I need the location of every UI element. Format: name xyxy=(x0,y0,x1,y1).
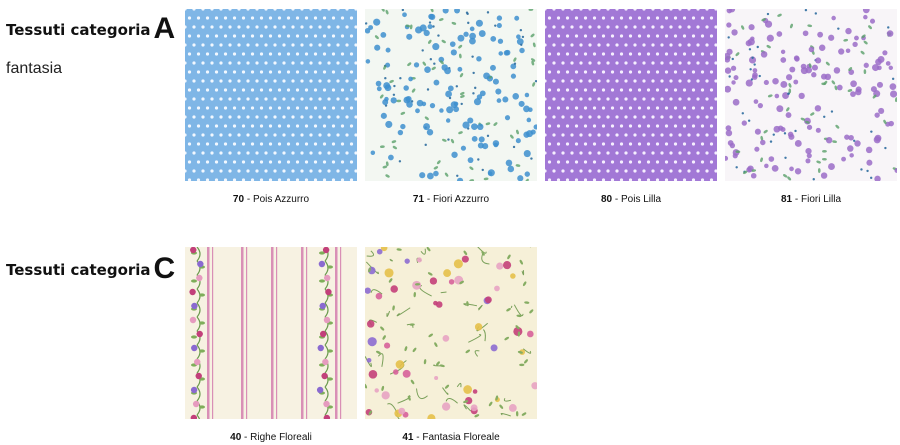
fabric-caption: 81 - Fiori Lilla xyxy=(780,194,842,205)
section-subtitle: fantasia xyxy=(6,60,63,77)
section-title-text: Tessuti categoria xyxy=(6,261,151,279)
section-title-text: Tessuti categoria xyxy=(6,21,151,39)
fabric-code: 70 xyxy=(232,194,245,205)
fabric-name: Fiori Azzurro xyxy=(432,194,490,205)
fabric-caption: 70 - Pois Azzurro xyxy=(232,194,310,205)
fabric-name: Righe Floreali xyxy=(250,432,312,443)
fabric-swatch[interactable] xyxy=(185,9,357,181)
section-title-category-a: Tessuti categoria A xyxy=(6,12,175,46)
fabric-swatch[interactable] xyxy=(365,9,537,181)
fabric-name: Pois Azzurro xyxy=(252,194,310,205)
fabric-caption: 71 - Fiori Azzurro xyxy=(412,194,490,205)
fabric-swatch[interactable] xyxy=(365,247,537,419)
fabric-code: 80 xyxy=(600,194,613,205)
fabric-swatch[interactable] xyxy=(185,247,357,419)
fabric-name: Fiori Lilla xyxy=(801,194,842,205)
fabric-caption: 41 - Fantasia Floreale xyxy=(402,432,500,443)
category-letter: A xyxy=(153,12,176,45)
fabric-code: 40 xyxy=(230,432,242,443)
section-title-category-c: Tessuti categoria C xyxy=(6,252,175,286)
fabric-name: Fantasia Floreale xyxy=(422,432,500,443)
category-letter: C xyxy=(153,252,176,285)
fabric-code: 41 xyxy=(402,432,414,443)
fabric-code: 81 xyxy=(780,194,793,205)
fabric-name: Pois Lilla xyxy=(620,194,662,205)
fabric-swatch[interactable] xyxy=(725,9,897,181)
fabric-code: 71 xyxy=(412,194,425,205)
fabric-caption: 80 - Pois Lilla xyxy=(600,194,662,205)
fabric-swatch[interactable] xyxy=(545,9,717,181)
fabric-caption: 40 - Righe Floreali xyxy=(230,432,312,443)
